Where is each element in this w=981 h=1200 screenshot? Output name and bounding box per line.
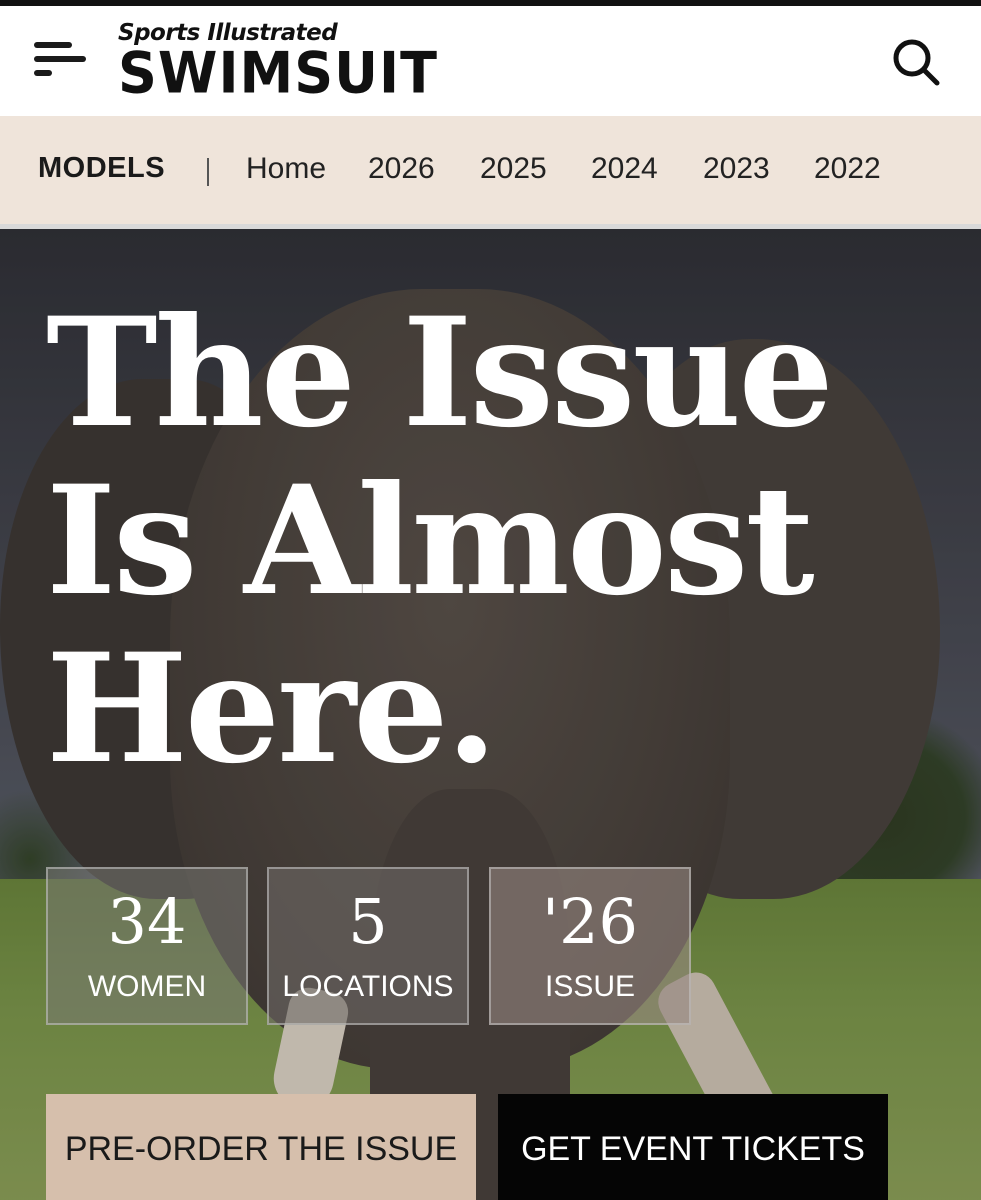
stat-label: LOCATIONS (282, 970, 454, 1003)
site-header: Sports Illustrated SWIMSUIT (0, 6, 981, 116)
nav-divider (207, 158, 209, 186)
event-tickets-button[interactable]: GET EVENT TICKETS (498, 1094, 888, 1200)
menu-line (34, 56, 86, 62)
site-logo[interactable]: Sports Illustrated SWIMSUIT (118, 20, 438, 107)
nav-link-2026[interactable]: 2026 (368, 152, 435, 186)
search-icon[interactable] (890, 36, 942, 88)
stat-value: 34 (107, 885, 187, 958)
nav-link-2023[interactable]: 2023 (703, 152, 770, 186)
headline-line: Here. (46, 621, 498, 797)
menu-line (34, 42, 72, 48)
stat-women: 34 WOMEN (46, 867, 248, 1025)
stat-label: ISSUE (544, 970, 636, 1003)
logo-bottom-text: SWIMSUIT (118, 39, 438, 107)
stat-locations: 5 LOCATIONS (267, 867, 469, 1025)
sub-navigation: MODELS Home 2026 2025 2024 2023 2022 (0, 116, 981, 229)
nav-link-2022[interactable]: 2022 (814, 152, 881, 186)
stat-label: WOMEN (87, 970, 207, 1003)
stat-issue: '26 ISSUE (489, 867, 691, 1025)
nav-link-home[interactable]: Home (246, 152, 326, 186)
hero-headline: The Issue Is Almost Here. (46, 289, 946, 793)
hamburger-menu-icon[interactable] (34, 36, 90, 84)
headline-line: The Issue (46, 285, 834, 461)
menu-line (34, 70, 52, 76)
stat-value: '26 (542, 885, 638, 958)
headline-line: Is Almost (46, 453, 815, 629)
hero-section: The Issue Is Almost Here. 34 WOMEN 5 LOC… (0, 229, 981, 1200)
nav-link-2024[interactable]: 2024 (591, 152, 658, 186)
preorder-button[interactable]: PRE-ORDER THE ISSUE (46, 1094, 476, 1200)
stat-value: 5 (348, 885, 388, 958)
nav-link-2025[interactable]: 2025 (480, 152, 547, 186)
nav-section-title[interactable]: MODELS (38, 152, 165, 185)
